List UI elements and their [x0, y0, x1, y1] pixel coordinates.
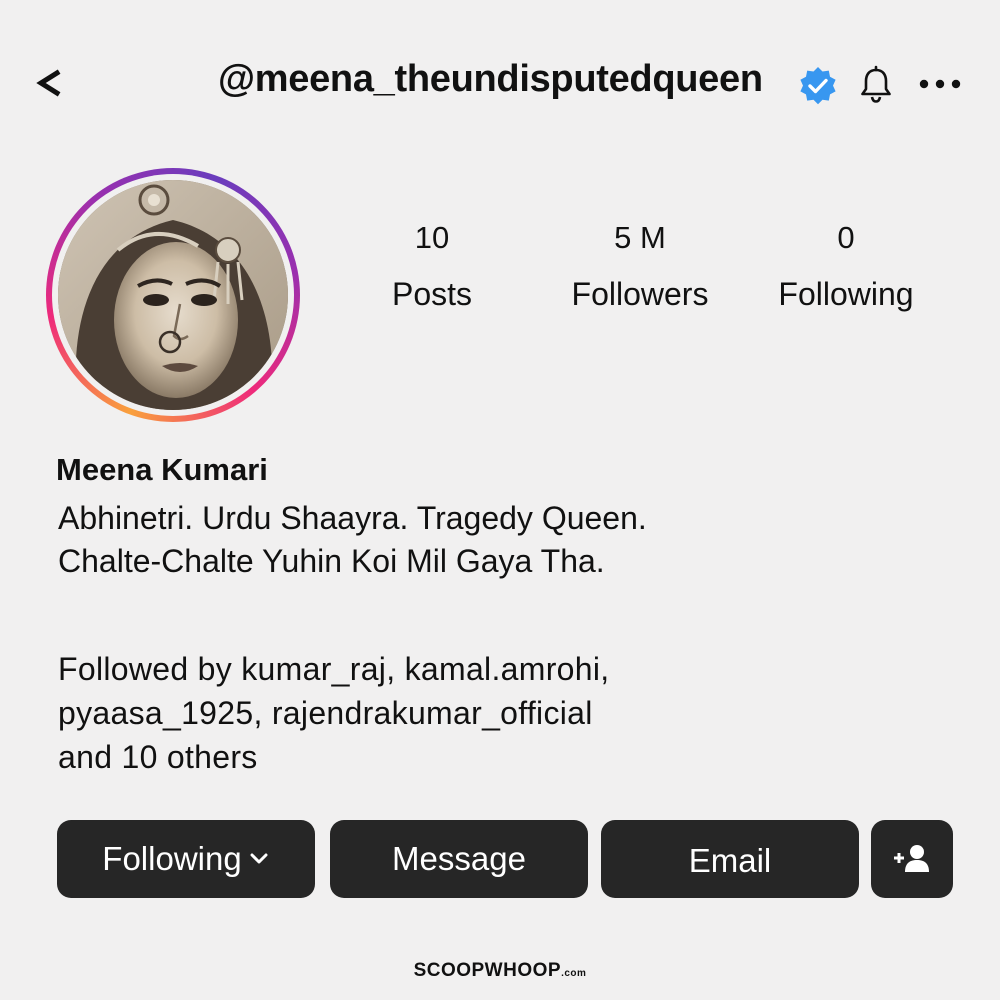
chevron-down-icon	[250, 853, 268, 864]
followed-by-line[interactable]: Followed by kumar_raj, kamal.amrohi,	[58, 651, 609, 688]
email-button-label: Email	[688, 842, 772, 879]
following-button[interactable]: Following	[57, 820, 315, 898]
posts-count: 10	[414, 220, 450, 255]
brand-watermark: SCOOPWHOOP.com	[0, 960, 1000, 982]
bio-line: Abhinetri. Urdu Shaayra. Tragedy Queen.	[58, 500, 647, 536]
bell-icon[interactable]	[856, 64, 896, 104]
followed-by-line[interactable]: pyaasa_1925, rajendrakumar_official	[58, 695, 593, 732]
back-button[interactable]	[28, 58, 68, 108]
profile-username: @meena_theundisputedqueen	[218, 58, 763, 100]
profile-page: @meena_theundisputedqueen 10 Posts 5 M F…	[0, 0, 1000, 1000]
avatar-portrait-graphic	[58, 180, 288, 410]
avatar-story-ring[interactable]	[46, 168, 300, 422]
add-user-icon	[894, 845, 929, 872]
following-count: 0	[837, 220, 855, 255]
posts-label: Posts	[391, 276, 473, 312]
followed-by-line[interactable]: and 10 others	[58, 739, 258, 776]
brand-suffix: .com	[561, 968, 587, 979]
following-button-label: Following	[102, 840, 242, 877]
stat-posts[interactable]: 10 Posts	[332, 218, 532, 314]
message-button[interactable]: Message	[330, 820, 588, 898]
followers-count: 5 M	[614, 220, 666, 255]
following-label: Following	[778, 276, 914, 312]
add-user-button[interactable]	[871, 820, 953, 898]
email-button[interactable]: Email	[601, 820, 859, 898]
followers-label: Followers	[571, 276, 709, 312]
stat-followers[interactable]: 5 M Followers	[540, 218, 740, 314]
display-name: Meena Kumari	[56, 452, 268, 487]
back-arrow-icon	[36, 69, 61, 97]
verified-badge-icon	[800, 67, 836, 105]
more-options-icon[interactable]	[916, 64, 964, 104]
message-button-label: Message	[392, 840, 526, 877]
bio-line: Chalte-Chalte Yuhin Koi Mil Gaya Tha.	[58, 543, 605, 579]
brand-name: SCOOPWHOOP	[413, 960, 562, 981]
avatar	[58, 180, 288, 410]
stat-following[interactable]: 0 Following	[746, 218, 946, 314]
